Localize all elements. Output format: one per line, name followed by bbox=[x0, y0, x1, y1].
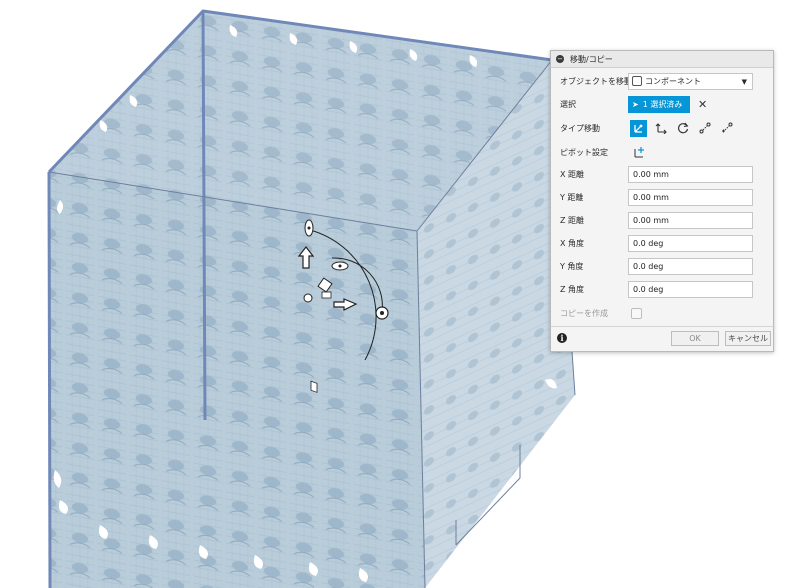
move-object-select[interactable]: コンポーネント ▼ bbox=[628, 72, 753, 90]
pivot-label: ピボット設定 bbox=[560, 147, 608, 157]
create-copy-checkbox[interactable] bbox=[631, 307, 642, 319]
point-to-position-tool-icon[interactable] bbox=[718, 120, 735, 137]
move-type-row: タイプ移動 bbox=[551, 118, 775, 138]
x-distance-row: X 距離 0.00 mm bbox=[551, 164, 775, 184]
x-angle-input[interactable]: 0.0 deg bbox=[628, 234, 753, 252]
move-copy-panel: − 移動/コピー オブジェクトを移動 コンポーネント ▼ 選択 ➤ 1 選択済み… bbox=[550, 50, 775, 352]
info-icon[interactable]: i bbox=[557, 333, 567, 343]
move-type-label: タイプ移動 bbox=[560, 123, 600, 133]
y-distance-input[interactable]: 0.00 mm bbox=[628, 188, 753, 206]
z-angle-label: Z 角度 bbox=[560, 284, 585, 294]
y-angle-row: Y 角度 0.0 deg bbox=[551, 256, 775, 276]
y-angle-label: Y 角度 bbox=[560, 261, 584, 271]
selection-label: 選択 bbox=[560, 99, 576, 109]
create-copy-row: コピーを作成 bbox=[551, 303, 775, 323]
x-angle-row: X 角度 0.0 deg bbox=[551, 233, 775, 253]
collapse-icon[interactable]: − bbox=[556, 55, 564, 63]
z-distance-input[interactable]: 0.00 mm bbox=[628, 211, 753, 229]
clear-selection-icon[interactable]: ✕ bbox=[698, 98, 707, 111]
panel-footer: i OK キャンセル bbox=[551, 326, 775, 351]
x-distance-label: X 距離 bbox=[560, 169, 585, 179]
panel-title: 移動/コピー bbox=[570, 54, 613, 64]
panel-header: − 移動/コピー bbox=[551, 51, 773, 68]
z-distance-row: Z 距離 0.00 mm bbox=[551, 210, 775, 230]
x-distance-input[interactable]: 0.00 mm bbox=[628, 165, 753, 183]
z-angle-row: Z 角度 0.0 deg bbox=[551, 279, 775, 299]
free-move-tool-icon[interactable] bbox=[630, 119, 647, 137]
ok-button[interactable]: OK bbox=[671, 331, 719, 346]
create-copy-label: コピーを作成 bbox=[560, 308, 608, 318]
point-to-point-tool-icon[interactable] bbox=[696, 120, 713, 137]
chevron-down-icon: ▼ bbox=[741, 77, 747, 86]
z-distance-label: Z 距離 bbox=[560, 215, 585, 225]
selection-count: 1 選択済み bbox=[642, 99, 683, 109]
cursor-icon: ➤ bbox=[632, 99, 639, 109]
z-angle-input[interactable]: 0.0 deg bbox=[628, 280, 753, 298]
y-angle-input[interactable]: 0.0 deg bbox=[628, 257, 753, 275]
y-distance-label: Y 距離 bbox=[560, 192, 584, 202]
rotate-tool-icon[interactable] bbox=[674, 120, 691, 137]
selection-button[interactable]: ➤ 1 選択済み bbox=[628, 95, 690, 113]
cancel-button[interactable]: キャンセル bbox=[725, 331, 771, 346]
move-object-value: コンポーネント bbox=[645, 76, 701, 86]
move-object-label: オブジェクトを移動 bbox=[560, 76, 632, 86]
pivot-set-icon[interactable] bbox=[630, 144, 647, 161]
origin-point-icon[interactable] bbox=[303, 293, 313, 303]
cube-front-face bbox=[49, 172, 425, 588]
move-object-row: オブジェクトを移動 コンポーネント ▼ bbox=[551, 71, 775, 91]
component-icon bbox=[632, 76, 642, 86]
selection-row: 選択 ➤ 1 選択済み ✕ bbox=[551, 94, 775, 114]
x-angle-label: X 角度 bbox=[560, 238, 585, 248]
pivot-row: ピボット設定 bbox=[551, 142, 775, 162]
y-distance-row: Y 距離 0.00 mm bbox=[551, 187, 775, 207]
translate-tool-icon[interactable] bbox=[652, 120, 669, 137]
